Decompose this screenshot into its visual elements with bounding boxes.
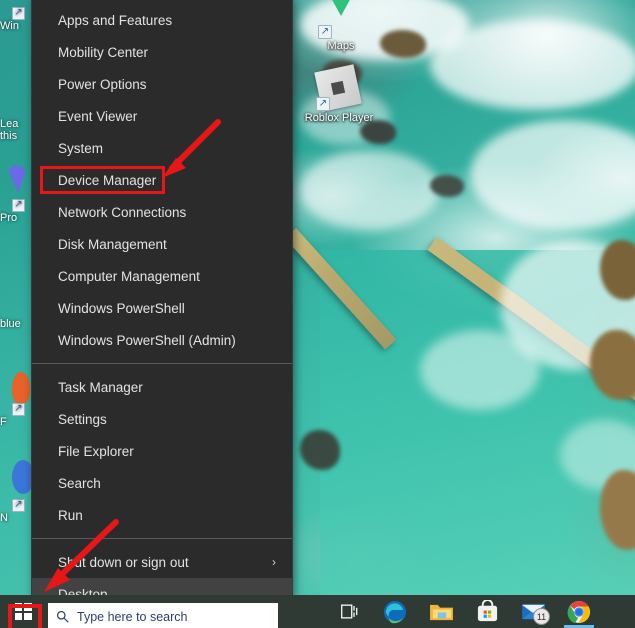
shortcut-arrow-icon: ↗ bbox=[316, 97, 330, 111]
menu-item-label: Apps and Features bbox=[58, 12, 173, 28]
shortcut-arrow-icon: ↗ bbox=[318, 25, 332, 39]
menu-item-device-manager[interactable]: Device Manager bbox=[32, 164, 292, 196]
microsoft-store-button[interactable] bbox=[464, 595, 510, 628]
menu-item-settings[interactable]: Settings bbox=[32, 403, 292, 435]
wallpaper-orange-shape bbox=[12, 372, 30, 404]
search-placeholder: Type here to search bbox=[77, 609, 188, 624]
menu-item-label: Windows PowerShell bbox=[58, 300, 185, 316]
menu-item-label: Power Options bbox=[58, 76, 147, 92]
chevron-right-icon: › bbox=[272, 555, 276, 569]
wallpaper-blue-pin-shape bbox=[6, 165, 28, 193]
windows-logo-icon bbox=[14, 603, 32, 620]
start-button[interactable] bbox=[0, 595, 46, 628]
menu-item-label: Settings bbox=[58, 411, 107, 427]
menu-item-label: File Explorer bbox=[58, 443, 134, 459]
desktop-icon-clipped-learn[interactable]: Lea this bbox=[0, 118, 18, 142]
maps-pin-icon: ↗ bbox=[318, 0, 362, 39]
menu-item-run[interactable]: Run bbox=[32, 499, 292, 531]
file-explorer-button[interactable] bbox=[418, 595, 464, 628]
menu-item-label: Disk Management bbox=[58, 236, 167, 252]
menu-item-label: Device Manager bbox=[58, 172, 157, 188]
search-icon bbox=[56, 610, 69, 623]
menu-item-label: Windows PowerShell (Admin) bbox=[58, 332, 236, 348]
menu-item-disk-management[interactable]: Disk Management bbox=[32, 228, 292, 260]
taskbar[interactable]: Type here to search 11 bbox=[0, 595, 635, 628]
menu-item-label: Mobility Center bbox=[58, 44, 149, 60]
menu-item-label: Task Manager bbox=[58, 379, 143, 395]
menu-item-label: Run bbox=[58, 507, 83, 523]
desktop-icon-clipped-n[interactable]: ↗ N bbox=[0, 498, 25, 524]
menu-item-windows-powershell-admin[interactable]: Windows PowerShell (Admin) bbox=[32, 324, 292, 356]
desktop-icon-clipped-blue[interactable]: blue bbox=[0, 318, 21, 330]
menu-item-shut-down-or-sign-out[interactable]: Shut down or sign out › bbox=[32, 546, 292, 578]
menu-item-label: Event Viewer bbox=[58, 108, 138, 124]
task-view-button[interactable] bbox=[326, 595, 372, 628]
mail-button[interactable]: 11 bbox=[510, 595, 556, 628]
menu-item-computer-management[interactable]: Computer Management bbox=[32, 260, 292, 292]
desktop-icon-label: Maps bbox=[327, 40, 355, 52]
desktop-icon-clipped-win[interactable]: ↗ Win bbox=[0, 6, 25, 32]
menu-item-power-options[interactable]: Power Options bbox=[32, 68, 292, 100]
desktop-icon-roblox-player[interactable]: ↗ Roblox Player bbox=[303, 64, 375, 124]
mail-unread-badge: 11 bbox=[533, 608, 550, 625]
menu-item-task-manager[interactable]: Task Manager bbox=[32, 371, 292, 403]
menu-item-label: System bbox=[58, 140, 104, 156]
desktop-icon-clipped-pro[interactable]: ↗ Pro bbox=[0, 198, 25, 224]
task-view-icon bbox=[341, 604, 358, 619]
menu-divider bbox=[32, 363, 292, 364]
store-icon bbox=[477, 600, 497, 622]
menu-item-system[interactable]: System bbox=[32, 132, 292, 164]
roblox-icon: ↗ bbox=[314, 64, 362, 112]
power-user-menu[interactable]: Apps and Features Mobility Center Power … bbox=[32, 0, 292, 610]
menu-item-event-viewer[interactable]: Event Viewer bbox=[32, 100, 292, 132]
menu-item-label: Computer Management bbox=[58, 268, 200, 284]
folder-icon bbox=[429, 604, 453, 621]
menu-divider bbox=[32, 538, 292, 539]
menu-item-network-connections[interactable]: Network Connections bbox=[32, 196, 292, 228]
menu-item-label: Shut down or sign out bbox=[58, 554, 189, 570]
menu-item-windows-powershell[interactable]: Windows PowerShell bbox=[32, 292, 292, 324]
wallpaper-blue-shape bbox=[12, 460, 34, 494]
desktop-icon-label: Roblox Player bbox=[304, 112, 374, 124]
menu-item-label: Network Connections bbox=[58, 204, 187, 220]
desktop-icon-clipped-f[interactable]: ↗ F bbox=[0, 402, 25, 428]
menu-item-search[interactable]: Search bbox=[32, 467, 292, 499]
desktop-icon-maps[interactable]: ↗ Maps bbox=[305, 0, 377, 52]
edge-button[interactable] bbox=[372, 595, 418, 628]
chrome-icon bbox=[567, 600, 590, 623]
menu-item-file-explorer[interactable]: File Explorer bbox=[32, 435, 292, 467]
menu-item-apps-and-features[interactable]: Apps and Features bbox=[32, 4, 292, 36]
edge-icon bbox=[384, 600, 406, 623]
search-input[interactable]: Type here to search bbox=[48, 602, 278, 628]
menu-item-label: Search bbox=[58, 475, 101, 491]
chrome-button[interactable] bbox=[556, 595, 602, 628]
menu-item-mobility-center[interactable]: Mobility Center bbox=[32, 36, 292, 68]
